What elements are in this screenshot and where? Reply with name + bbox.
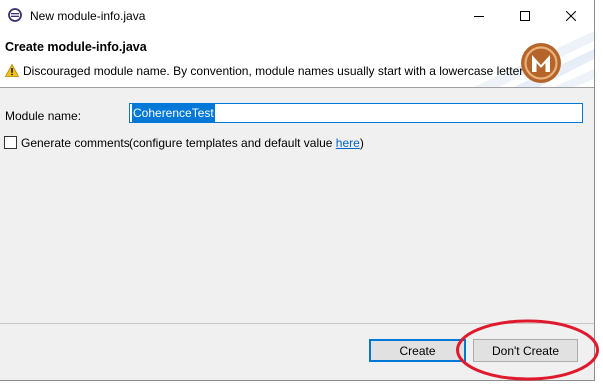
window-title: New module-info.java — [30, 9, 146, 23]
configure-templates-link[interactable]: here — [336, 136, 360, 150]
banner-decoration — [474, 31, 594, 87]
dont-create-button[interactable]: Don't Create — [473, 339, 578, 362]
header-banner: Create module-info.java Discouraged modu… — [0, 31, 594, 87]
minimize-icon — [474, 15, 484, 17]
title-bar: New module-info.java — [0, 0, 594, 31]
module-logo-icon — [521, 43, 561, 83]
page-title: Create module-info.java — [5, 40, 147, 54]
generate-comments-checkbox[interactable] — [4, 136, 17, 149]
hint-prefix: (configure templates and default value — [129, 136, 336, 150]
warning-message: Discouraged module name. By convention, … — [23, 64, 524, 78]
warning-icon — [5, 64, 19, 77]
generate-comments-hint: (configure templates and default value h… — [129, 136, 364, 150]
module-name-value: CoherenceTest — [132, 104, 215, 122]
generate-comments-label: Generate comments — [21, 136, 130, 150]
maximize-icon — [520, 10, 530, 21]
module-name-input[interactable]: CoherenceTest — [129, 103, 583, 123]
module-name-label: Module name: — [5, 109, 82, 123]
divider — [0, 323, 594, 324]
hint-suffix: ) — [359, 136, 364, 150]
dialog-window: New module-info.java Create module-info.… — [0, 0, 595, 381]
maximize-button[interactable] — [502, 0, 548, 31]
divider — [0, 87, 594, 88]
close-button[interactable] — [548, 0, 594, 31]
eclipse-icon — [8, 8, 22, 22]
minimize-button[interactable] — [456, 0, 502, 31]
create-button[interactable]: Create — [369, 339, 466, 362]
close-icon — [566, 10, 576, 21]
